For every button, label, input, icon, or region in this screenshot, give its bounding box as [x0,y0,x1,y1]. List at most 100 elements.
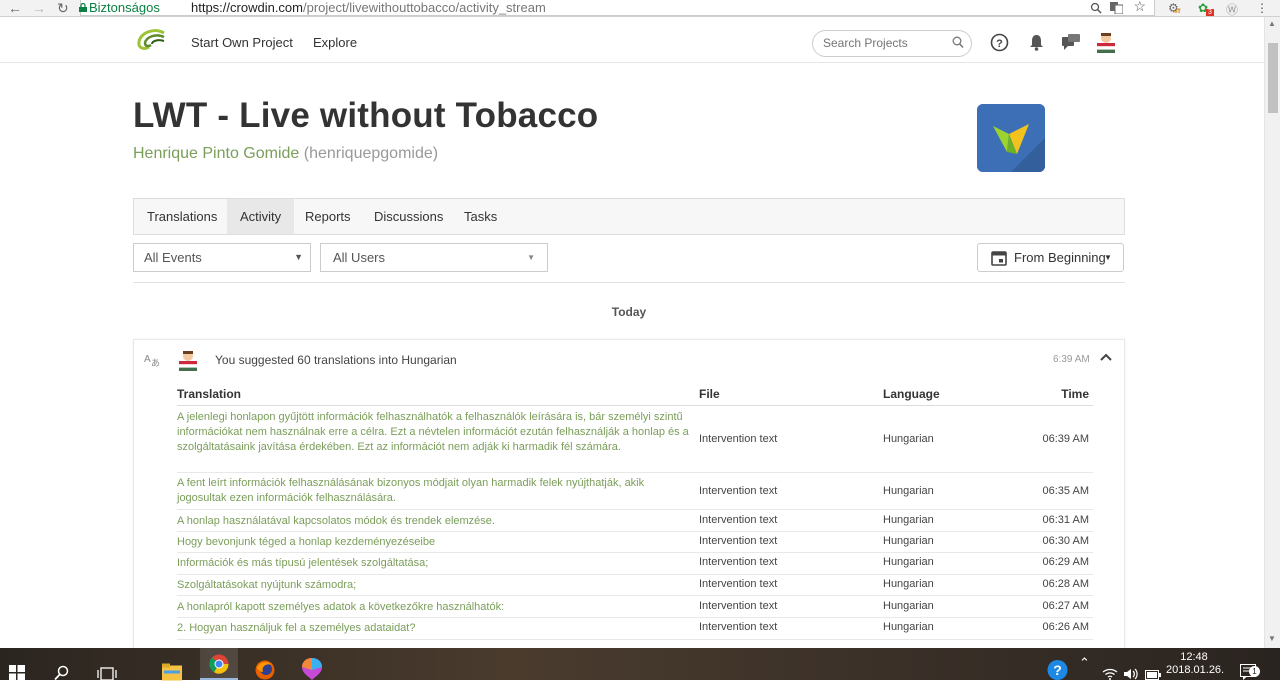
back-icon[interactable]: ← [8,0,22,16]
table-row: Hogy bevonjunk téged a honlap kezdeménye… [177,532,1093,553]
table-row: Szolgáltatásokat nyújtunk számodra; Inte… [177,575,1093,596]
lock-icon [79,3,87,12]
svg-text:あ: あ [151,358,160,367]
messages-icon[interactable] [1062,34,1080,50]
events-filter-value: All Events [144,250,202,265]
event-description: You suggested 60 translations into Hunga… [215,353,457,367]
language-cell: Hungarian [883,578,934,590]
search-icon[interactable] [54,657,70,689]
zoom-icon[interactable] [1090,2,1102,14]
translation-link[interactable]: A fent leírt információk felhasználásána… [177,476,689,506]
security-label: Biztonságos [89,0,160,15]
date-range-button[interactable]: From Beginning ▼ [977,243,1124,272]
table-row: 2. Hogyan használjuk fel a személyes ada… [177,618,1093,640]
tab-activity[interactable]: Activity [227,199,295,234]
forward-icon[interactable]: → [32,0,46,16]
project-tabs: Translations Activity Reports Discussion… [133,198,1125,235]
scroll-thumb[interactable] [1268,43,1278,113]
time-cell: 06:31 AM [1042,514,1089,526]
activity-event: Aあ You suggested 60 translations into Hu… [133,339,1125,659]
help-icon[interactable]: ? [990,33,1009,52]
translate-icon[interactable] [1110,2,1123,14]
translation-link[interactable]: A honlap használatával kapcsolatos módok… [177,514,689,529]
firefox-icon[interactable] [255,654,275,686]
tab-reports[interactable]: Reports [292,199,364,234]
svg-text:?: ? [996,38,1003,50]
chevron-up-icon[interactable]: ⌃ [1079,655,1090,687]
column-header-language: Language [883,387,940,401]
chevron-down-icon: ▼ [527,253,535,262]
user-avatar[interactable] [1095,31,1117,53]
file-cell: Intervention text [699,514,778,526]
time-cell: 06:29 AM [1042,556,1089,568]
language-cell: Hungarian [883,433,934,445]
scroll-down-icon[interactable]: ▼ [1268,634,1276,643]
time-cell: 06:30 AM [1042,535,1089,547]
clock-date: 2018.01.26. [1166,664,1225,676]
day-heading: Today [611,305,647,319]
language-cell: Hungarian [883,535,934,547]
explore-link[interactable]: Explore [313,35,357,50]
time-cell: 06:26 AM [1042,621,1089,633]
language-cell: Hungarian [883,621,934,633]
language-cell: Hungarian [883,600,934,612]
svg-text:?: ? [1053,662,1062,678]
battery-icon[interactable] [1145,659,1161,691]
translation-link[interactable]: A honlapról kapott személyes adatok a kö… [177,600,689,615]
avatar[interactable] [177,349,199,371]
table-row: A honlapról kapott személyes adatok a kö… [177,596,1093,618]
help-tray-icon[interactable]: ? [1047,654,1068,686]
column-header-translation: Translation [177,387,242,401]
project-logo-icon [977,104,1045,172]
translation-link[interactable]: Hogy bevonjunk téged a honlap kezdeménye… [177,535,689,550]
translation-event-icon: Aあ [144,354,160,367]
search-input[interactable] [823,36,948,50]
extension-badge: 3 [1206,9,1214,16]
tab-discussions[interactable]: Discussions [361,199,456,234]
app-icon[interactable] [302,653,322,685]
extension-off-badge: off [1174,9,1181,15]
bookmark-star-icon[interactable]: ☆ [1133,0,1146,14]
wifi-icon[interactable] [1102,658,1118,690]
language-cell: Hungarian [883,514,934,526]
notifications-bell-icon[interactable] [1029,34,1044,51]
table-row: A honlap használatával kapcsolatos módok… [177,510,1093,532]
wordpress-icon[interactable]: Ⓦ [1226,1,1238,18]
project-owner[interactable]: Henrique Pinto Gomide (henriquepgomide) [133,145,438,163]
project-logo [977,104,1045,172]
table-row: A jelenlegi honlapon gyűjtött információ… [177,409,1093,473]
search-box[interactable] [812,30,972,57]
scroll-up-icon[interactable]: ▲ [1268,19,1276,28]
date-range-label: From Beginning [1014,250,1106,265]
file-cell: Intervention text [699,433,778,445]
file-cell: Intervention text [699,485,778,497]
translation-link[interactable]: A jelenlegi honlapon gyűjtött információ… [177,410,689,455]
file-cell: Intervention text [699,535,778,547]
address-bar[interactable]: Biztonságos https://crowdin.com/project/… [79,0,1155,16]
system-clock[interactable]: 12:48 2018.01.26. [1166,651,1225,677]
crowdin-logo-icon[interactable] [136,29,166,51]
chrome-taskbar-item[interactable] [200,648,238,680]
translation-link[interactable]: Szolgáltatásokat nyújtunk számodra; [177,578,689,593]
calendar-icon [991,251,1007,266]
file-cell: Intervention text [699,600,778,612]
file-explorer-icon[interactable] [162,656,182,688]
start-own-project-link[interactable]: Start Own Project [191,35,293,50]
time-cell: 06:39 AM [1042,433,1089,445]
divider [177,405,1093,406]
tab-tasks[interactable]: Tasks [451,199,510,234]
page-scrollbar[interactable]: ▲ ▼ [1264,17,1280,648]
windows-start-icon[interactable] [9,657,25,689]
clock-time: 12:48 [1180,651,1208,663]
task-view-icon[interactable] [97,658,117,690]
users-filter-select[interactable]: All Users ▼ [320,243,548,272]
volume-icon[interactable] [1123,658,1138,690]
translation-link[interactable]: Információk és más típusú jelentések szo… [177,556,689,571]
search-icon[interactable] [952,36,964,49]
chevron-up-icon[interactable] [1100,352,1112,362]
events-filter-select[interactable]: All Events ▼ [133,243,311,272]
translation-link[interactable]: 2. Hogyan használjuk fel a személyes ada… [177,621,689,636]
reload-icon[interactable]: ↻ [57,0,69,16]
menu-icon[interactable]: ⋮ [1256,1,1268,15]
tab-translations[interactable]: Translations [134,199,230,234]
